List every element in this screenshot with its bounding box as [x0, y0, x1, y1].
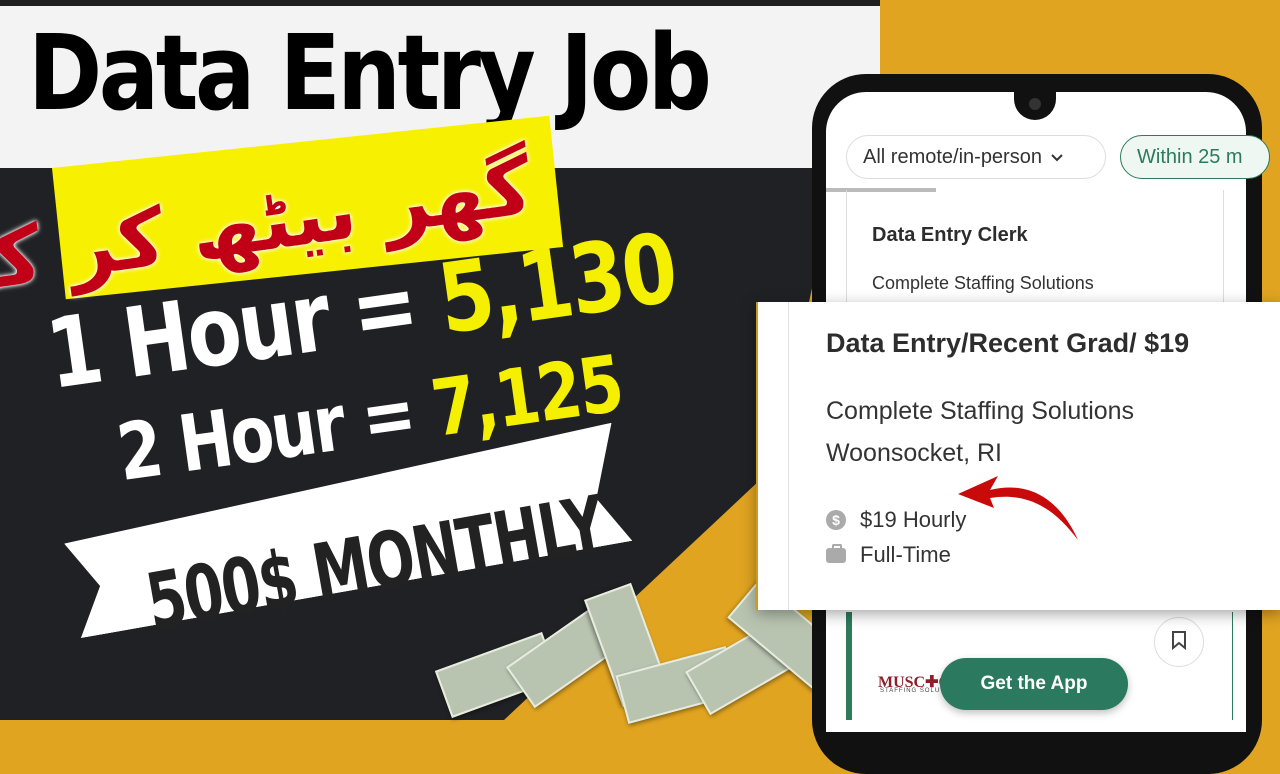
job-list-card-title[interactable]: Data Entry Clerk: [872, 224, 1028, 247]
popup-divider: [788, 302, 789, 610]
bookmark-button[interactable]: [1154, 617, 1204, 667]
dollar-circle-icon: $: [826, 510, 846, 530]
job-title[interactable]: Data Entry/Recent Grad/ $19: [826, 328, 1189, 359]
briefcase-icon: [826, 543, 846, 563]
job-list-card-company: Complete Staffing Solutions: [872, 273, 1094, 293]
job-company: Complete Staffing Solutions: [826, 397, 1135, 425]
job-location: Woonsocket, RI: [826, 439, 1003, 467]
filter-remote-label: All remote/in-person: [863, 145, 1042, 168]
chevron-down-icon: [1050, 146, 1064, 169]
job-type-text: Full-Time: [860, 542, 951, 567]
red-arrow-icon: [958, 476, 1078, 540]
job-pay: $ $19 Hourly: [826, 507, 966, 533]
filter-distance-chip[interactable]: Within 25 m: [1120, 135, 1270, 179]
get-the-app-button[interactable]: Get the App: [940, 658, 1128, 710]
job-type: Full-Time: [826, 542, 951, 568]
filter-remote-dropdown[interactable]: All remote/in-person: [846, 135, 1106, 179]
filter-distance-label: Within 25 m: [1137, 145, 1243, 168]
camera-icon: [1029, 98, 1041, 110]
bookmark-icon: [1171, 630, 1187, 655]
headline-title: Data Entry Job: [28, 12, 712, 134]
